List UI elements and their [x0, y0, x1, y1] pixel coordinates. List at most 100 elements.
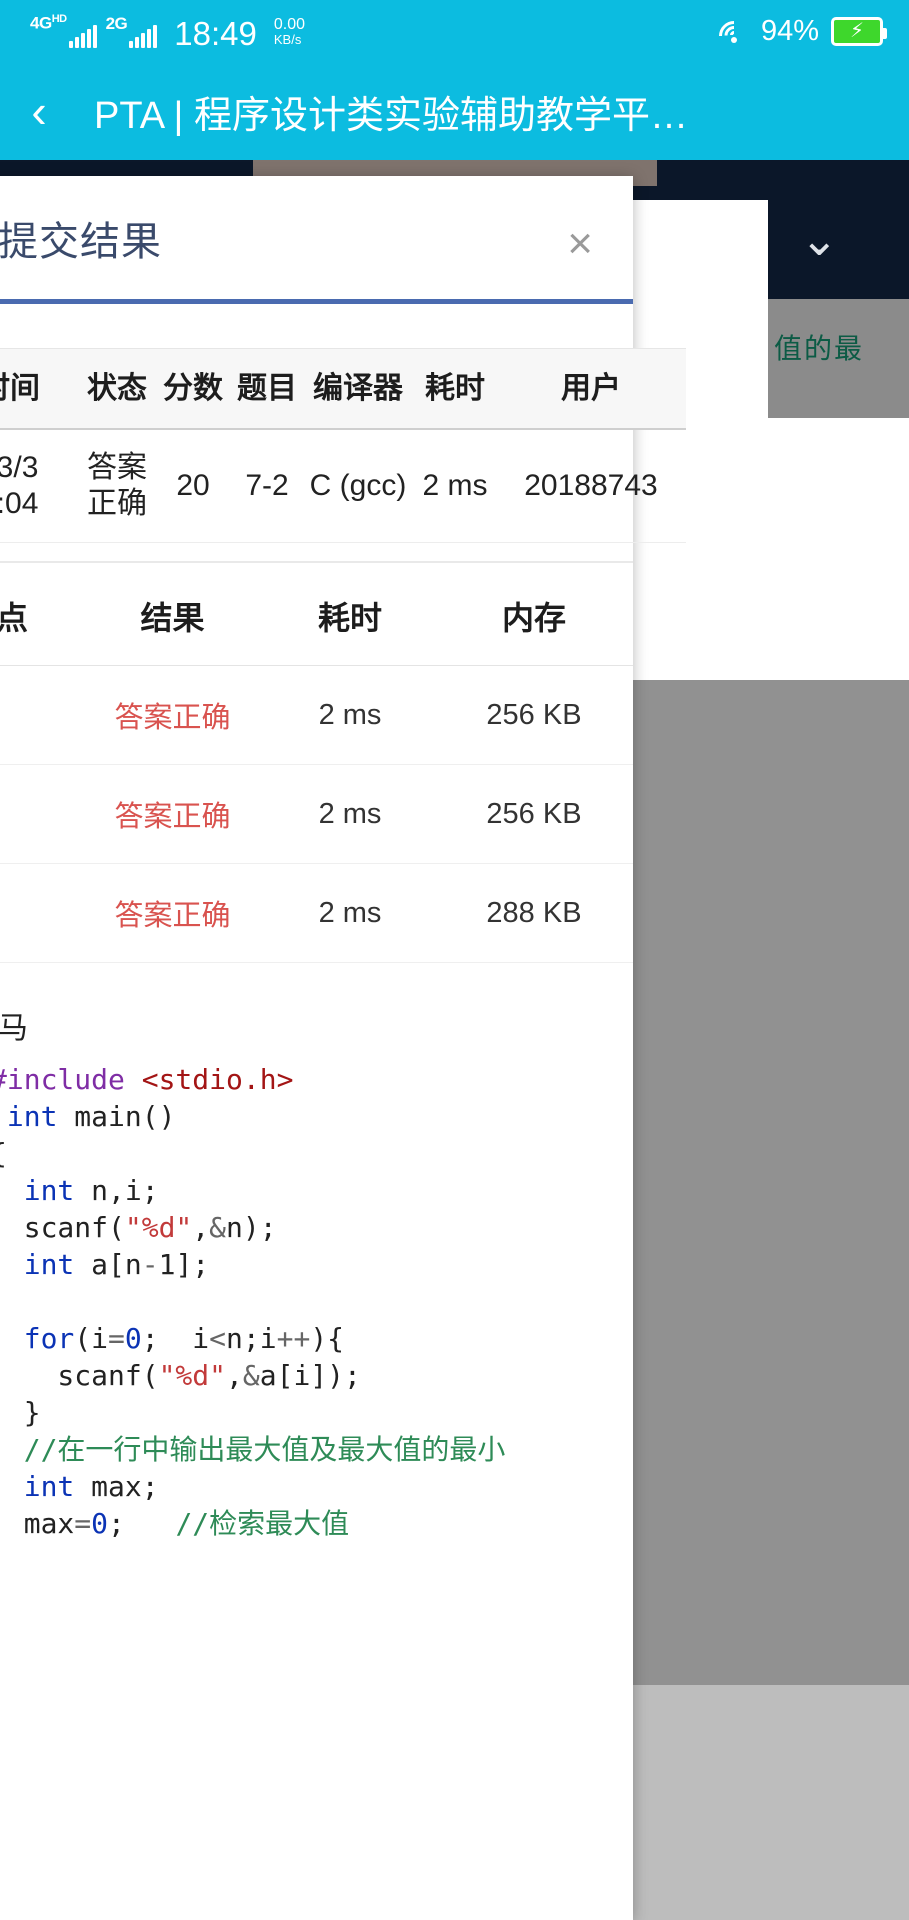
code-line: 3▾{: [0, 1135, 633, 1172]
code-line-text: scanf("%d",&a[i]);: [0, 1359, 361, 1393]
cell-testpoint: [0, 665, 80, 766]
code-line-text: }: [23, 1396, 41, 1430]
signal-indicator-2: 2G: [106, 15, 158, 48]
submission-table: 提交时间 状态 分数 题目 编译器 耗时 用户 2019/3/3 18:49:0…: [0, 348, 686, 544]
code-line: 7: [0, 1283, 633, 1320]
modal-header: 提交结果 ×: [0, 176, 633, 299]
code-line: 8▾ for(i=0; i<n;i++){: [0, 1320, 633, 1357]
th-testpoint: 测试点: [0, 561, 80, 667]
signal-bars-1-icon: [68, 24, 97, 48]
code-line-text: int max;: [23, 1470, 159, 1504]
th-time: 耗时: [265, 561, 435, 667]
table-row[interactable]: 答案正确 2 ms 288 KB: [0, 863, 633, 964]
network-type-1-label: 4GHD: [30, 12, 67, 33]
cell-submit-time: 2019/3/3 18:49:04: [0, 429, 80, 544]
signal-bars-2-icon: [129, 24, 158, 48]
chevron-left-icon[interactable]: ‹: [0, 88, 60, 134]
th-user: 用户: [496, 348, 686, 431]
code-line: 10 }: [0, 1394, 633, 1431]
th-score: 分数: [154, 348, 232, 431]
cell-memory: 288 KB: [435, 863, 633, 964]
th-result: 结果: [80, 561, 265, 667]
th-elapsed: 耗时: [414, 348, 496, 431]
problem-link[interactable]: 7-2: [232, 429, 302, 544]
background-content-block: [633, 680, 909, 1685]
code-line: 9 scanf("%d",&a[i]);: [0, 1357, 633, 1394]
th-problem: 题目: [232, 348, 302, 431]
testpoint-table-body: 答案正确 2 ms 256 KB 答案正确 2 ms 256 KB 答案正确 2…: [0, 665, 633, 964]
page-title: PTA | 程序设计类实验辅助教学平…: [94, 94, 688, 137]
code-editor[interactable]: 1#include <stdio.h>2 int main()3▾{4 int …: [0, 1061, 633, 1580]
battery-charging-icon: ⚡: [831, 16, 887, 46]
code-line: 6 int a[n-1];: [0, 1246, 633, 1283]
code-line: 14: [0, 1542, 633, 1579]
chevron-down-icon[interactable]: ⌄: [800, 212, 839, 266]
code-line: 5 scanf("%d",&n);: [0, 1209, 633, 1246]
submission-result-modal: 提交结果 × 提交时间 状态 分数 题目 编译器 耗时 用户 2019/3/3 …: [0, 176, 686, 1920]
table-row[interactable]: 2019/3/3 18:49:04 答案正确 20 7-2 C (gcc) 2 …: [0, 429, 686, 544]
cell-result: 答案正确: [80, 665, 265, 766]
close-icon[interactable]: ×: [567, 222, 593, 266]
cell-user: 20188743: [496, 429, 686, 544]
code-line-text: for(i=0; i<n;i++){: [23, 1322, 345, 1356]
cell-elapsed: 2 ms: [265, 863, 435, 964]
background-snippet-text: 值的最: [774, 333, 865, 364]
network-type-2-label: 2G: [105, 13, 128, 33]
status-bar-right: 94% ⚡: [712, 14, 909, 58]
wifi-icon: [712, 14, 756, 58]
testpoint-table: 测试点 结果 耗时 内存 答案正确 2 ms 256 KB 答案正确 2 ms: [0, 561, 633, 964]
th-submit-time: 提交时间: [0, 348, 80, 431]
signal-indicator-1: 4GHD: [30, 13, 97, 48]
app-title-bar: ‹ PTA | 程序设计类实验辅助教学平…: [0, 62, 909, 160]
code-line: 4 int n,i;: [0, 1172, 633, 1209]
th-memory: 内存: [435, 561, 633, 667]
network-speed-value: 0.00: [273, 15, 305, 33]
code-line: 1#include <stdio.h>: [0, 1061, 633, 1098]
testpoint-table-head: 测试点 结果 耗时 内存: [0, 561, 633, 667]
modal-divider: [0, 299, 633, 304]
code-line-text: scanf("%d",&n);: [0, 1211, 277, 1245]
modal-title: 提交结果: [0, 219, 162, 264]
submission-header-row: 提交时间 状态 分数 题目 编译器 耗时 用户: [0, 348, 686, 431]
cell-elapsed: 2 ms: [414, 429, 496, 544]
testpoint-header-row: 测试点 结果 耗时 内存: [0, 561, 633, 667]
table-row[interactable]: 答案正确 2 ms 256 KB: [0, 764, 633, 865]
code-line-text: {: [0, 1135, 7, 1172]
cell-testpoint: [0, 764, 80, 865]
code-section-label: 马: [0, 1012, 28, 1046]
clock-label: 18:49: [174, 14, 257, 52]
code-line: 12 int max;: [0, 1468, 633, 1505]
submission-table-body: 2019/3/3 18:49:04 答案正确 20 7-2 C (gcc) 2 …: [0, 429, 686, 544]
cell-testpoint: [0, 863, 80, 964]
cell-result: 答案正确: [80, 764, 265, 865]
cell-elapsed: 2 ms: [265, 665, 435, 766]
status-bar: 4GHD 2G 18:49 0.00 KB/s 94% ⚡: [0, 0, 909, 62]
th-status: 状态: [80, 348, 154, 431]
network-speed-unit: KB/s: [273, 32, 302, 48]
code-line-text: int a[n-1];: [23, 1248, 210, 1282]
cell-memory: 256 KB: [435, 665, 633, 766]
battery-percent-label: 94%: [760, 14, 819, 47]
status-badge: 答案正确: [80, 429, 154, 544]
background-editor-block: [633, 1685, 909, 1920]
code-line-text: #include <stdio.h>: [0, 1063, 294, 1097]
code-line-text: int main(): [6, 1100, 176, 1134]
code-line: 11 //在一行中输出最大值及最大值的最小: [0, 1431, 633, 1468]
cell-compiler: C (gcc): [302, 429, 414, 544]
cell-memory: 256 KB: [435, 764, 633, 865]
code-line: 13 max=0; //检索最大值: [0, 1505, 633, 1542]
code-line-text: int n,i;: [23, 1174, 159, 1208]
network-speed: 0.00 KB/s: [273, 15, 305, 48]
code-line-text: max=0; //检索最大值: [23, 1507, 350, 1541]
code-line: 2 int main(): [0, 1098, 633, 1135]
code-line-text: //在一行中输出最大值及最大值的最小: [0, 1433, 506, 1467]
background-problem-snippet: 值的最: [768, 299, 909, 418]
cell-elapsed: 2 ms: [265, 764, 435, 865]
status-bar-left: 4GHD 2G 18:49 0.00 KB/s: [0, 13, 305, 52]
cell-score: 20: [154, 429, 232, 544]
table-row[interactable]: 答案正确 2 ms 256 KB: [0, 665, 633, 766]
testpoint-section: 测试点 结果 耗时 内存 答案正确 2 ms 256 KB 答案正确 2 ms: [0, 561, 633, 964]
th-compiler: 编译器: [302, 348, 414, 431]
submission-table-head: 提交时间 状态 分数 题目 编译器 耗时 用户: [0, 348, 686, 431]
cell-result: 答案正确: [80, 863, 265, 964]
